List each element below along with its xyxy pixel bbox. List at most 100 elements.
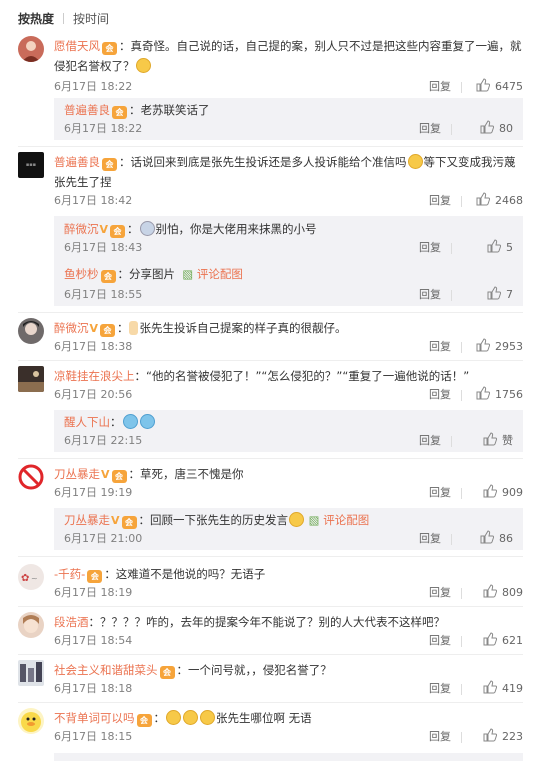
reply-button[interactable]: 回复 [429, 338, 451, 356]
like-count: 赞 [502, 434, 513, 447]
avatar[interactable]: ✿ ~ [18, 564, 44, 590]
thumbs-up-icon [483, 728, 497, 742]
vip-icon: 会 [102, 42, 117, 55]
comment-meta: 6月17日 18:42 回复 2468 [54, 192, 523, 210]
reply-button[interactable]: 回复 [429, 386, 451, 404]
comment-content: ：？？？？咋的，去年的提案今年不能说了？别的人大代表不这样吧？ [88, 615, 446, 629]
reply-content: 别怕，你是大佬用来抹黑的小号 [155, 222, 317, 236]
avatar[interactable] [18, 464, 44, 490]
username[interactable]: 刀丛暴走 [54, 467, 100, 481]
comment-text: 醉微沉V 会：张先生投诉自己提案的样子真的很靓仔。 [54, 318, 523, 339]
reply-button[interactable]: 回复 [429, 584, 451, 602]
like-button[interactable]: 5 [487, 239, 513, 257]
comment-image-link[interactable]: 评论配图 [323, 513, 369, 527]
tab-time[interactable]: 按时间 [73, 10, 109, 27]
avatar[interactable] [18, 318, 44, 344]
timestamp: 6月17日 22:15 [64, 434, 143, 447]
timestamp: 6月17日 18:22 [54, 80, 133, 93]
like-button[interactable]: 909 [483, 484, 523, 502]
username[interactable]: 愿借天风 [54, 39, 100, 53]
reply-list: 刀丛暴走V 会：回顾一下张先生的历史发言 ▧ 评论配图 6月17日 21:00 回… [54, 508, 523, 550]
reply-button[interactable]: 回复 [429, 632, 451, 650]
username[interactable]: 不背单词可以吗 [54, 711, 135, 725]
comment-meta: 6月17日 19:19 回复 909 [54, 484, 523, 502]
username[interactable]: 社会主义和谐甜菜头 [54, 663, 158, 677]
emoji-icon [183, 710, 198, 725]
like-button[interactable]: 1756 [476, 386, 523, 404]
comment-item: ✿ ~ -千药- 会：这难道不是他说的吗？无语子 6月17日 18:19 回复 80… [18, 564, 523, 604]
avatar[interactable] [18, 36, 44, 62]
reply-text: 普遍善良会：老苏联笑话了 [64, 100, 513, 120]
like-button[interactable]: 621 [483, 632, 523, 650]
reply-button[interactable]: 回复 [429, 680, 451, 698]
thumbs-up-icon [476, 192, 490, 206]
comment-content: 张先生投诉自己提案的样子真的很靓仔。 [139, 321, 347, 335]
reply-button[interactable]: 回复 [419, 239, 441, 257]
thumbs-up-icon [476, 386, 490, 400]
username[interactable]: 段浩酒 [54, 615, 89, 629]
reply-text: 醉微沉V 会：别怕，你是大佬用来抹黑的小号 [64, 219, 513, 240]
reply-button[interactable]: 回复 [419, 120, 441, 138]
like-count: 86 [499, 532, 513, 545]
avatar[interactable] [18, 660, 44, 686]
comment-item: 刀丛暴走V 会：草死，唐三不愧是你 6月17日 19:19 回复 909 刀丛暴走… [18, 464, 523, 554]
reply-content: ：分享图片 [117, 267, 176, 281]
reply-button[interactable]: 回复 [429, 78, 451, 96]
username[interactable]: 刀丛暴走 [64, 513, 110, 527]
username[interactable]: 凉鞋挂在浪尖上 [54, 369, 135, 383]
emoji-icon [122, 414, 138, 429]
username[interactable]: 鱼杪杪 [64, 267, 99, 281]
comment-item: 社会主义和谐甜菜头会：一个问号就，，侵犯名誉了？ 6月17日 18:18 回复 … [18, 660, 523, 700]
avatar[interactable] [18, 366, 44, 392]
username[interactable]: 醉微沉 [64, 222, 99, 236]
username[interactable]: -千药- [54, 567, 85, 581]
emoji-icon [135, 58, 151, 73]
reply-button[interactable]: 回复 [419, 286, 441, 304]
thumbs-up-icon [483, 632, 497, 646]
like-count: 2953 [495, 340, 523, 353]
reply-text: 鱼杪杪会：分享图片 ▧ 评论配图 [64, 264, 513, 284]
duck-avatar-icon [21, 712, 41, 732]
username[interactable]: 醉微沉 [54, 321, 89, 335]
comment-content: ：一个问号就，，侵犯名誉了？ [176, 663, 332, 677]
comment-item: 凉鞋挂在浪尖上：“他的名誉被侵犯了！”“怎么侵犯的？”“重复了一遍他说的话！” … [18, 366, 523, 456]
username[interactable]: 醒人下山 [64, 415, 110, 429]
hand-emoji-icon [128, 321, 138, 335]
avatar[interactable] [18, 708, 44, 734]
like-button[interactable]: 86 [480, 530, 513, 548]
reply-button[interactable]: 回复 [429, 728, 451, 746]
comment-text: -千药- 会：这难道不是他说的吗？无语子 [54, 564, 523, 584]
username[interactable]: 普遍善良 [64, 103, 110, 117]
like-button[interactable]: 2953 [476, 338, 523, 356]
like-button[interactable]: 80 [480, 120, 513, 138]
tab-divider [63, 13, 65, 24]
tab-hot[interactable]: 按热度 [18, 10, 54, 27]
comment-image-link[interactable]: 评论配图 [197, 267, 243, 281]
reply-button[interactable]: 回复 [419, 530, 441, 548]
comment-content: ：话说回来到底是张先生投诉还是多人投诉能给个准信吗 [119, 155, 407, 169]
like-button[interactable]: 223 [483, 728, 523, 746]
like-button[interactable]: 419 [483, 680, 523, 698]
like-button[interactable]: 赞 [483, 432, 513, 450]
like-button[interactable]: 2468 [476, 192, 523, 210]
divider [451, 124, 452, 135]
username[interactable]: 普遍善良 [54, 155, 100, 169]
avatar[interactable] [18, 612, 44, 638]
divider [461, 196, 462, 207]
emoji-icon [139, 414, 155, 429]
like-button[interactable]: 809 [483, 584, 523, 602]
reply-content: ： [110, 415, 122, 429]
like-count: 809 [502, 586, 523, 599]
comment-divider [18, 654, 523, 655]
avatar[interactable]: ▪▪▪ [18, 152, 44, 178]
vip-icon: 会 [87, 570, 103, 583]
comment-text: 刀丛暴走V 会：草死，唐三不愧是你 [54, 464, 523, 485]
reply-button[interactable]: 回复 [419, 432, 441, 450]
thumbs-up-icon [483, 432, 497, 446]
timestamp: 6月17日 21:00 [64, 532, 143, 545]
like-button[interactable]: 7 [487, 286, 513, 304]
reply-button[interactable]: 回复 [429, 192, 451, 210]
thumbs-up-icon [483, 584, 497, 598]
reply-button[interactable]: 回复 [429, 484, 451, 502]
like-button[interactable]: 6475 [476, 78, 523, 96]
